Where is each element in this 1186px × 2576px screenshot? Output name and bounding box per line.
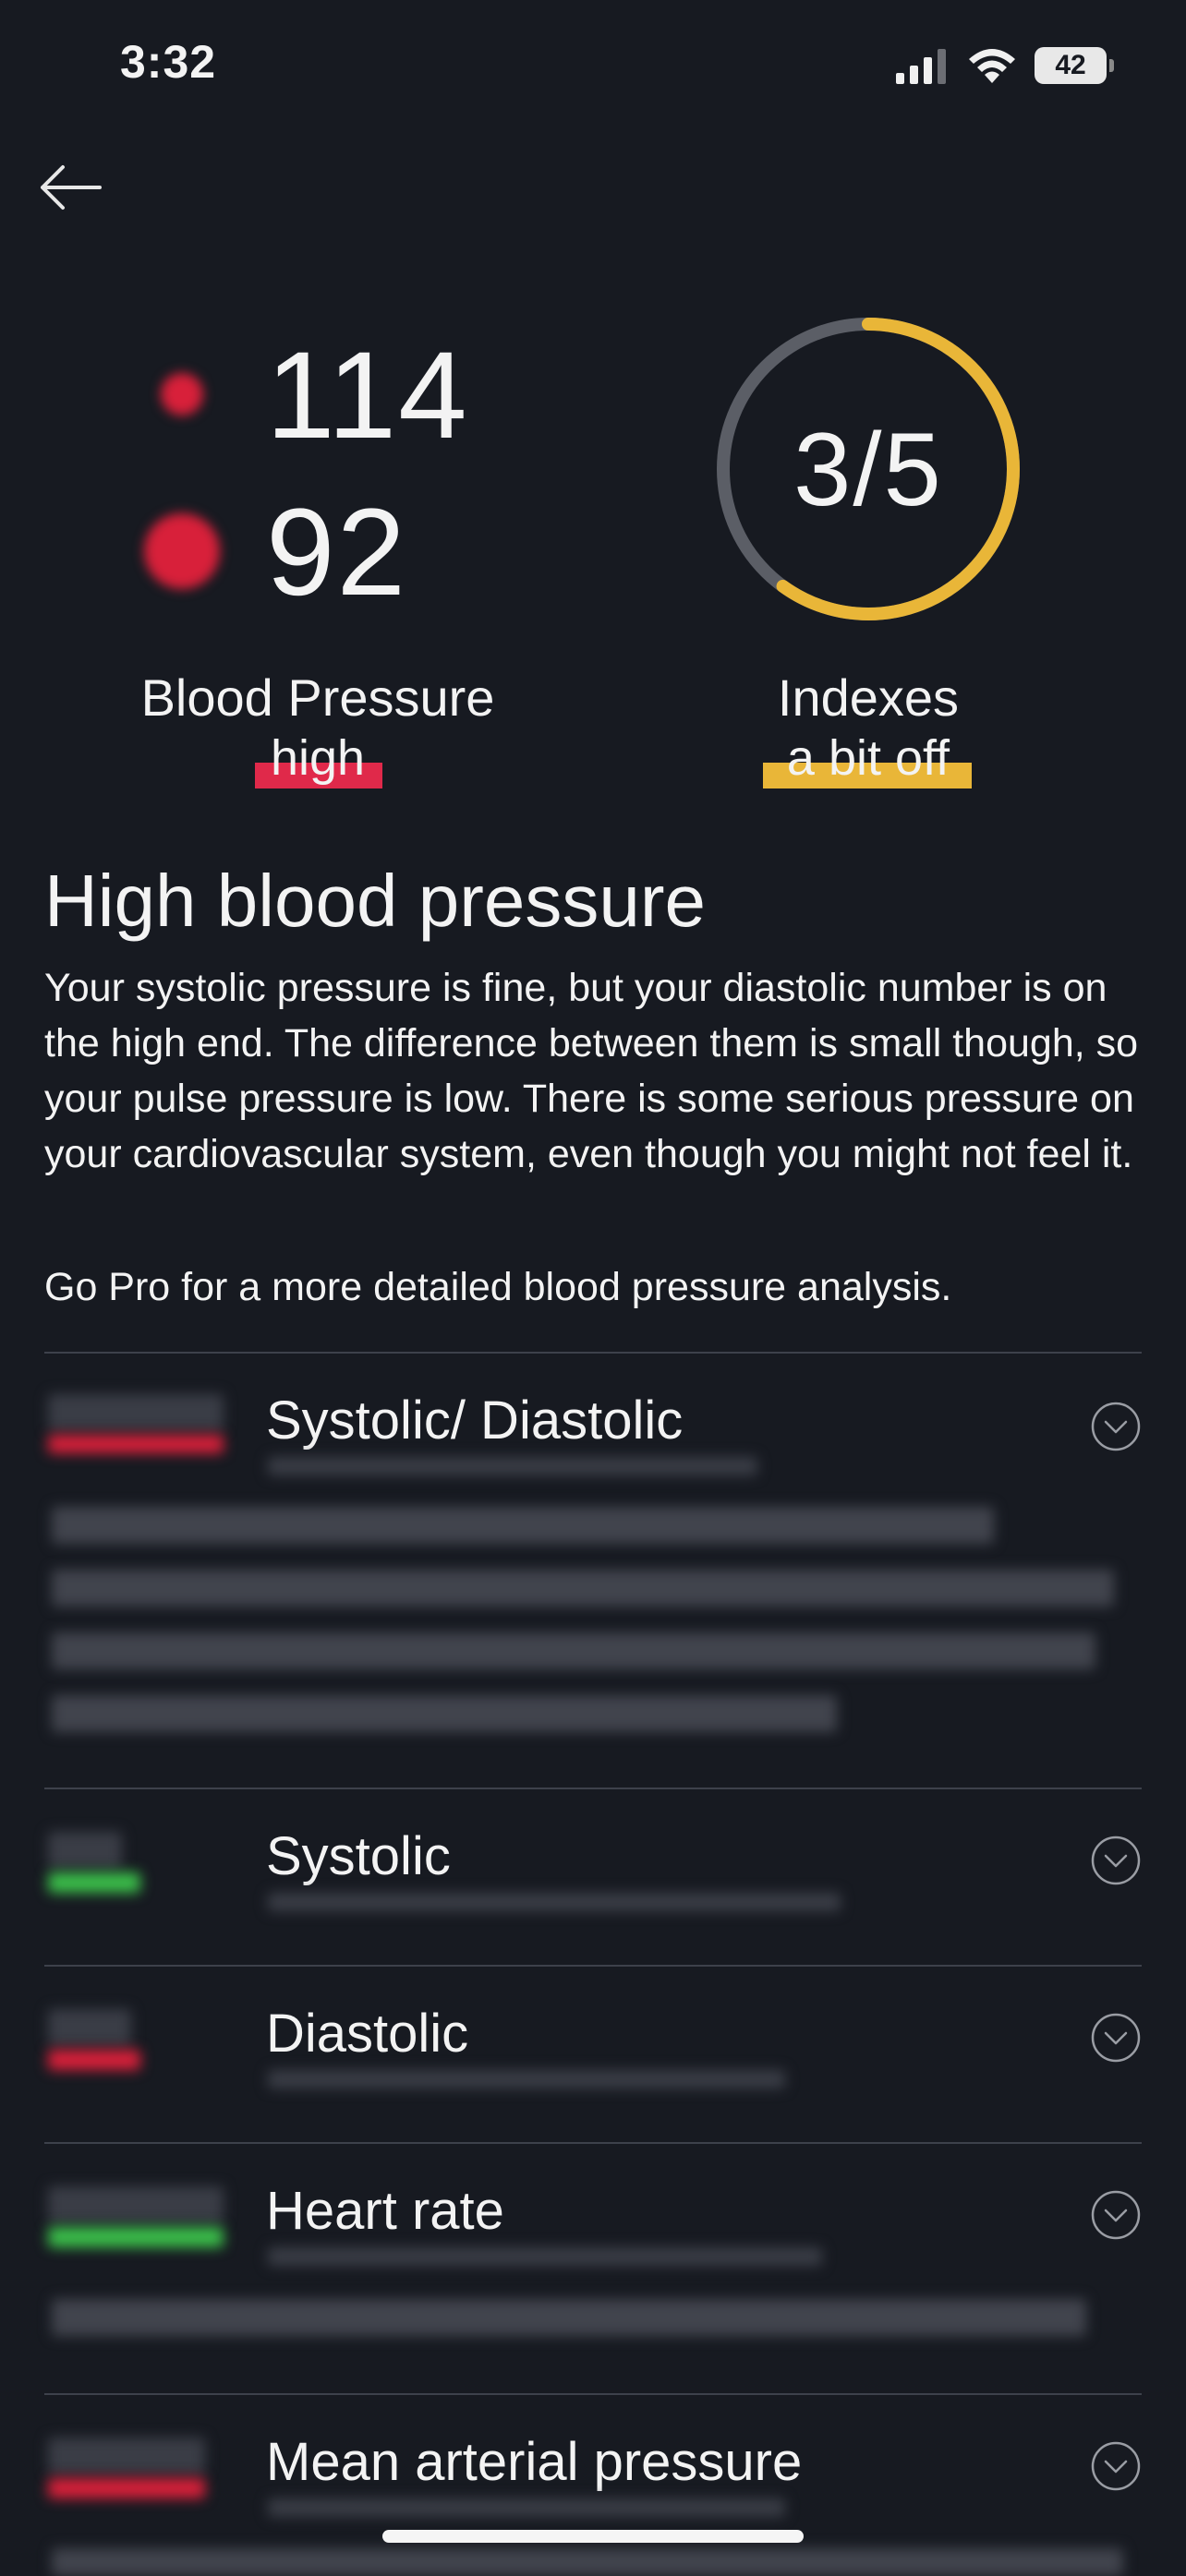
list-item-systolic[interactable]: Systolic [0,1789,1186,1965]
row-title: Systolic/ Diastolic [266,1390,684,1451]
blurred-badge [48,1872,140,1893]
back-button[interactable] [37,157,111,222]
wifi-icon [969,49,1015,83]
indexes-ring: 3/5 [713,314,1023,624]
blurred-badge [48,2227,224,2247]
blurred-reading [48,2438,205,2474]
home-indicator[interactable] [382,2530,804,2543]
list-item-heart-rate[interactable]: Heart rate [0,2144,1186,2393]
cellular-signal-icon [896,49,946,84]
blurred-reading [48,1832,122,1869]
blurred-badge [48,2050,140,2070]
row-title: Heart rate [266,2181,504,2241]
arrow-left-icon [41,165,102,210]
diastolic-indicator-dot [144,513,220,589]
blurred-range [268,2247,822,2266]
row-title: Mean arterial pressure [266,2432,803,2492]
systolic-indicator-dot [161,373,203,415]
pro-upsell-note[interactable]: Go Pro for a more detailed blood pressur… [44,1265,951,1310]
status-icons: 42 [894,46,1114,85]
blurred-badge [48,1435,224,1453]
blurred-range [268,2498,785,2517]
blood-pressure-status: high [270,730,366,786]
blurred-badge [48,2478,205,2498]
systolic-value: 114 [266,327,469,464]
indexes-label: Indexes [777,668,960,727]
blurred-reading [48,2009,131,2046]
blurred-reading [48,1394,224,1431]
blurred-range [268,1893,841,1911]
indexes-status: a bit off [786,730,950,786]
chevron-down-icon[interactable] [1091,1402,1141,1451]
blurred-explanation [52,1570,1114,1607]
diastolic-value: 92 [266,484,408,621]
blurred-range [268,1457,757,1475]
blurred-reading [48,2186,224,2223]
blurred-explanation [52,2548,1123,2576]
chevron-down-icon[interactable] [1091,2013,1141,2063]
row-title: Diastolic [266,2004,469,2064]
list-item-diastolic[interactable]: Diastolic [0,1967,1186,2142]
chevron-down-icon[interactable] [1091,2441,1141,2491]
battery-icon: 42 [1035,47,1114,84]
section-title: High blood pressure [44,860,706,942]
chevron-down-icon[interactable] [1091,2190,1141,2240]
row-title: Systolic [266,1826,451,1886]
blurred-explanation [52,1632,1095,1669]
indexes-value: 3/5 [793,411,943,527]
status-time: 3:32 [120,36,217,88]
blood-pressure-label: Blood Pressure [140,668,495,727]
blurred-explanation [52,1695,837,1732]
blurred-range [268,2070,785,2088]
blurred-explanation [52,1507,994,1544]
blurred-explanation [52,2299,1086,2336]
list-item-systolic-diastolic[interactable]: Systolic/ Diastolic [0,1354,1186,1788]
chevron-down-icon[interactable] [1091,1836,1141,1885]
status-bar: 3:32 42 [0,0,1186,129]
summary-description: Your systolic pressure is fine, but your… [44,966,1139,1176]
